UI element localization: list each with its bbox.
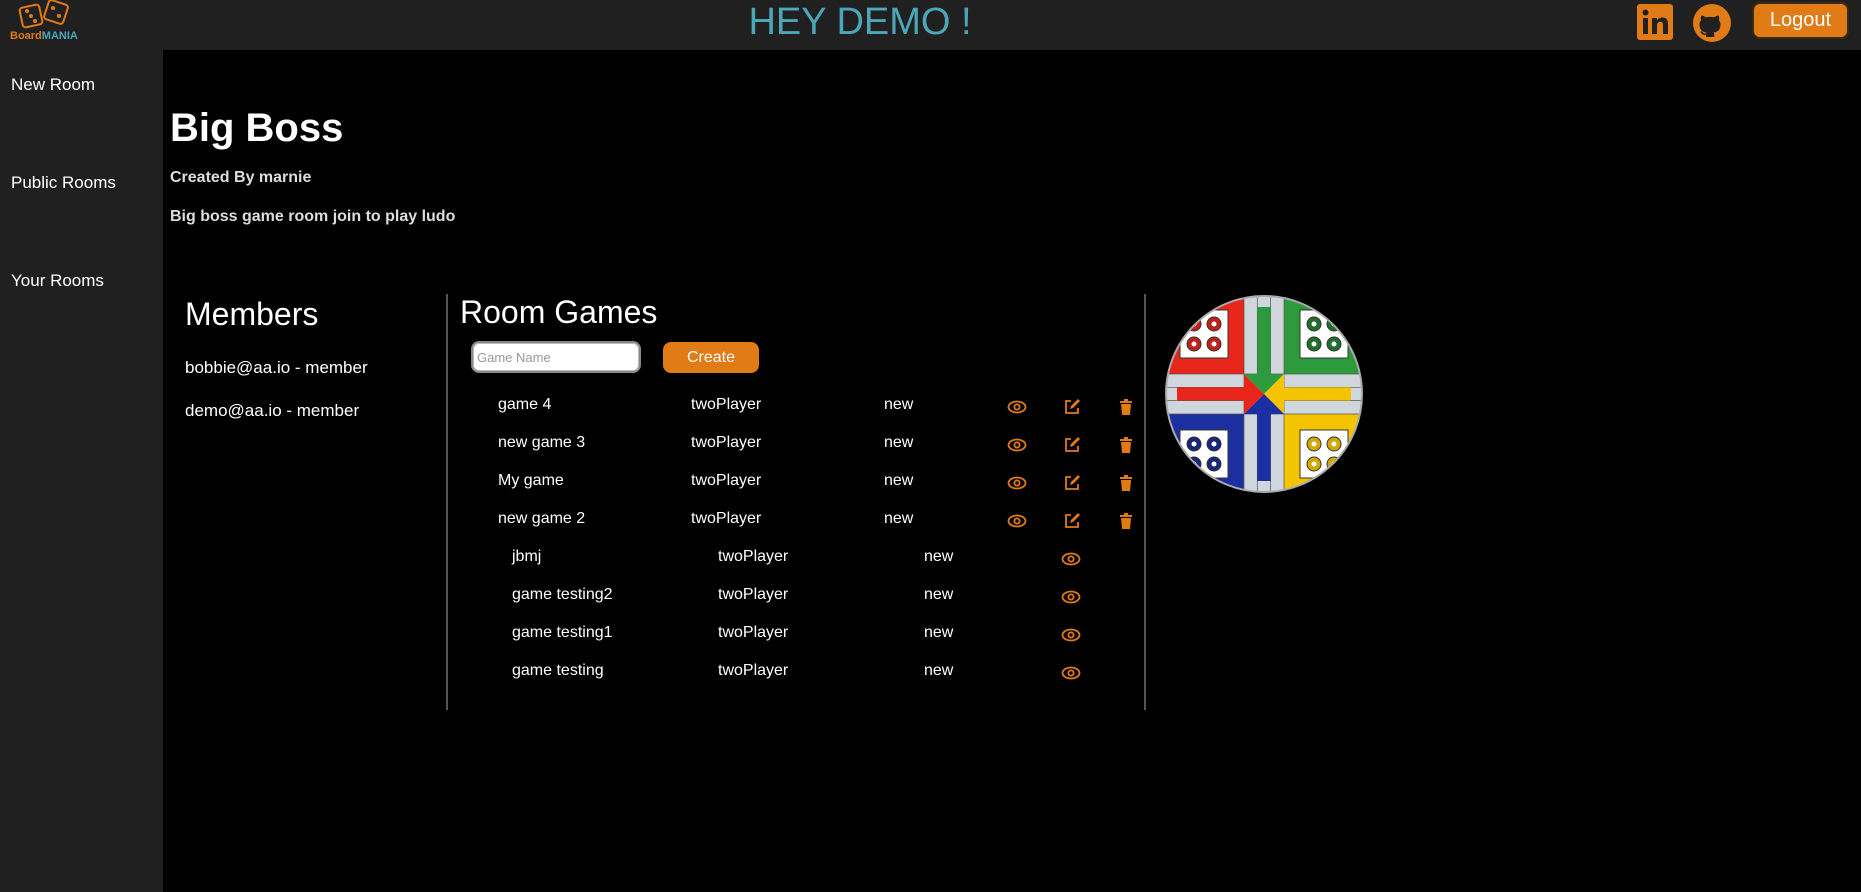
game-name: new game 2 [498,510,586,527]
room-title: Big Boss [170,106,344,150]
game-status: new [884,510,914,527]
edit-icon[interactable] [1062,397,1082,417]
game-type: twoPlayer [691,472,762,489]
member-item: bobbie@aa.io - member [185,358,368,377]
room-games-panel: Room Games Create game 4 twoPlayer new n… [446,294,1146,710]
game-name: jbmj [512,548,542,565]
game-row: game testing twoPlayer new [448,662,1144,686]
game-type: twoPlayer [691,434,762,451]
top-bar: BoardMANIA HEY DEMO ! Logout [0,0,1861,50]
room-creator: Created By marnie [170,169,312,186]
game-type: twoPlayer [718,662,789,679]
game-type: twoPlayer [718,624,789,641]
game-row: game testing1 twoPlayer new [448,624,1144,648]
room-games-title: Room Games [460,294,658,330]
eye-icon[interactable] [1061,625,1081,645]
eye-icon[interactable] [1007,511,1027,531]
ludo-board-image [1165,295,1363,493]
greeting-title: HEY DEMO ! [748,1,972,43]
game-type: twoPlayer [718,548,789,565]
game-name-input[interactable] [471,341,641,373]
sidebar-item-public-rooms[interactable]: Public Rooms [11,173,116,193]
sidebar: New Room Public Rooms Your Rooms [0,50,163,892]
game-type: twoPlayer [691,396,762,413]
game-type: twoPlayer [691,510,762,527]
game-row: new game 3 twoPlayer new [448,434,1144,458]
game-status: new [884,396,914,413]
game-row: new game 2 twoPlayer new [448,510,1144,534]
logout-button[interactable]: Logout [1752,2,1849,39]
member-item: demo@aa.io - member [185,401,360,420]
game-status: new [924,662,954,679]
sidebar-item-your-rooms[interactable]: Your Rooms [11,271,104,291]
game-status: new [924,624,954,641]
eye-icon[interactable] [1007,397,1027,417]
game-status: new [884,434,914,451]
game-name: game testing [512,662,604,679]
eye-icon[interactable] [1007,473,1027,493]
members-title: Members [185,296,319,332]
trash-icon[interactable] [1116,397,1136,417]
game-type: twoPlayer [718,586,789,603]
create-game-button[interactable]: Create [663,342,759,373]
linkedin-icon[interactable] [1637,4,1673,40]
game-name: My game [498,472,564,489]
game-name: game testing1 [512,624,613,641]
game-row: game 4 twoPlayer new [448,396,1144,420]
game-row: My game twoPlayer new [448,472,1144,496]
trash-icon[interactable] [1116,435,1136,455]
edit-icon[interactable] [1062,435,1082,455]
game-name: new game 3 [498,434,586,451]
trash-icon[interactable] [1116,511,1136,531]
game-status: new [884,472,914,489]
eye-icon[interactable] [1007,435,1027,455]
game-row: jbmj twoPlayer new [448,548,1144,572]
room-description: Big boss game room join to play ludo [170,208,456,225]
trash-icon[interactable] [1116,473,1136,493]
edit-icon[interactable] [1062,473,1082,493]
eye-icon[interactable] [1061,549,1081,569]
eye-icon[interactable] [1061,587,1081,607]
game-name: game 4 [498,396,552,413]
eye-icon[interactable] [1061,663,1081,683]
github-icon[interactable] [1692,3,1732,43]
game-status: new [924,548,954,565]
edit-icon[interactable] [1062,511,1082,531]
game-status: new [924,586,954,603]
sidebar-item-new-room[interactable]: New Room [11,75,95,95]
game-name: game testing2 [512,586,613,603]
game-row: game testing2 twoPlayer new [448,586,1144,610]
